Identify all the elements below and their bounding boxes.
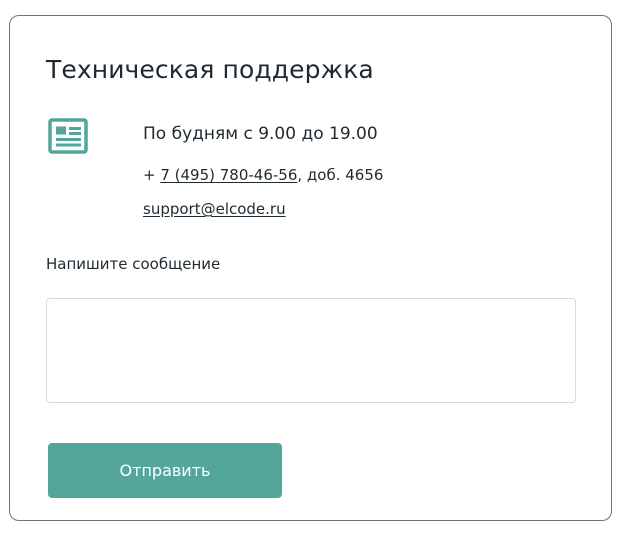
send-button[interactable]: Отправить xyxy=(48,443,282,498)
phone-line: + 7 (495) 780-46-56, доб. 4656 xyxy=(143,166,383,184)
phone-prefix: + xyxy=(143,166,161,184)
message-input[interactable] xyxy=(46,298,576,403)
card-title: Техническая поддержка xyxy=(46,55,374,84)
support-card: Техническая поддержка По будням с 9.00 д… xyxy=(9,15,612,521)
message-label: Напишите сообщение xyxy=(46,255,221,273)
phone-link[interactable]: 7 (495) 780-46-56 xyxy=(160,166,297,184)
newspaper-icon xyxy=(48,118,88,154)
working-hours: По будням с 9.00 до 19.00 xyxy=(143,124,378,144)
email-link[interactable]: support@elcode.ru xyxy=(143,200,286,218)
phone-extension: , доб. 4656 xyxy=(297,166,384,184)
